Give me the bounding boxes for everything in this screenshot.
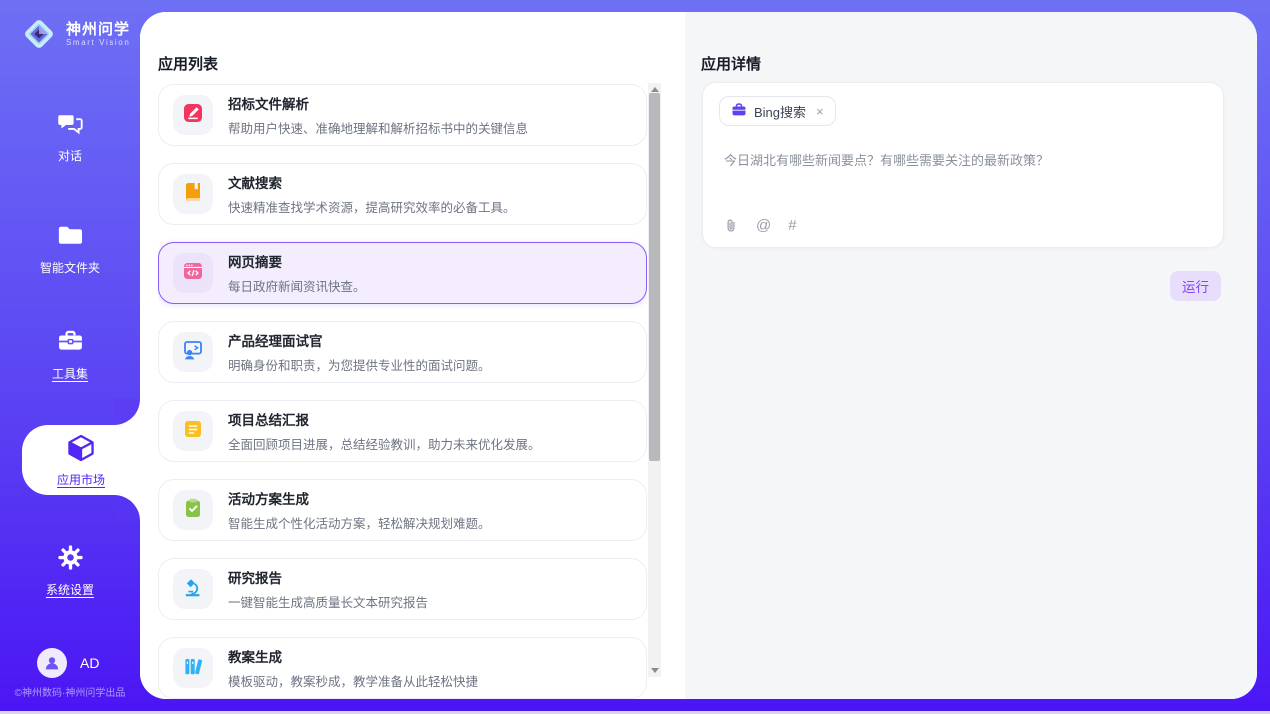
app-name: 研究报告 (228, 567, 428, 587)
app-icon-chip (173, 411, 213, 451)
cube-icon (66, 433, 96, 466)
sidebar-item[interactable]: 对话 (0, 110, 140, 164)
app-card-text: 项目总结汇报全面回顾项目进展，总结经验教训，助力未来优化发展。 (228, 409, 541, 453)
microscope-icon (182, 576, 204, 603)
app-card[interactable]: 活动方案生成智能生成个性化活动方案，轻松解决规划难题。 (158, 479, 647, 541)
app-name: 文献搜索 (228, 172, 516, 192)
app-description: 模板驱动，教案秒成，教学准备从此轻松快捷 (228, 671, 478, 690)
app-card[interactable]: 项目总结汇报全面回顾项目进展，总结经验教训，助力未来优化发展。 (158, 400, 647, 462)
browser-code-icon (182, 260, 204, 287)
scrollbar[interactable] (648, 83, 661, 677)
app-icon-chip (173, 648, 213, 688)
app-name: 招标文件解析 (228, 93, 528, 113)
prompt-card: Bing搜索 × 今日湖北有哪些新闻要点？有哪些需要关注的最新政策？ @# (702, 82, 1224, 248)
at-icon[interactable]: @ (756, 217, 771, 234)
run-button[interactable]: 运行 (1170, 271, 1221, 301)
sidebar-item-label: 系统设置 (46, 581, 94, 598)
tool-tag-label: Bing搜索 (754, 102, 806, 121)
brand-logo: 神州问学 Smart Vision (20, 15, 130, 53)
app-icon-chip (173, 569, 213, 609)
app-icon-chip (173, 253, 213, 293)
app-card-text: 活动方案生成智能生成个性化活动方案，轻松解决规划难题。 (228, 488, 491, 532)
app-description: 智能生成个性化活动方案，轻松解决规划难题。 (228, 513, 491, 532)
app-card-text: 教案生成模板驱动，教案秒成，教学准备从此轻松快捷 (228, 646, 478, 690)
app-card-text: 招标文件解析帮助用户快速、准确地理解和解析招标书中的关键信息 (228, 93, 528, 137)
app-name: 项目总结汇报 (228, 409, 541, 429)
tool-tag-bing[interactable]: Bing搜索 × (719, 96, 836, 126)
copyright-footer: ©神州数码·神州问学出品 (0, 684, 140, 699)
user-row[interactable]: AD (37, 648, 99, 678)
chat-icon (57, 110, 84, 140)
app-card[interactable]: 招标文件解析帮助用户快速、准确地理解和解析招标书中的关键信息 (158, 84, 647, 146)
tab-curve-top (114, 399, 140, 425)
scroll-down-arrow-icon[interactable] (648, 664, 661, 677)
app-list-title: 应用列表 (158, 53, 218, 74)
app-card-text: 文献搜索快速精准查找学术资源，提高研究效率的必备工具。 (228, 172, 516, 216)
sidebar-item-label: 智能文件夹 (40, 259, 100, 276)
sidebar-item[interactable]: 系统设置 (0, 544, 140, 598)
app-card-text: 网页摘要每日政府新闻资讯快查。 (228, 251, 366, 295)
app-description: 快速精准查找学术资源，提高研究效率的必备工具。 (228, 197, 516, 216)
book-icon (182, 181, 204, 208)
note-icon (182, 418, 204, 445)
sidebar-item[interactable]: 工具集 (0, 328, 140, 382)
avatar[interactable] (37, 648, 67, 678)
tool-tag-close-icon[interactable]: × (816, 104, 824, 119)
app-detail-title: 应用详情 (701, 53, 761, 74)
app-card[interactable]: 研究报告一键智能生成高质量长文本研究报告 (158, 558, 647, 620)
prompt-input[interactable]: 今日湖北有哪些新闻要点？有哪些需要关注的最新政策？ (724, 151, 1194, 170)
interviewer-icon (182, 339, 204, 366)
folder-icon (57, 222, 84, 252)
sidebar-item-label: 工具集 (52, 365, 88, 382)
main-content: 应用列表 招标文件解析帮助用户快速、准确地理解和解析招标书中的关键信息文献搜索快… (140, 12, 1257, 699)
app-name: 产品经理面试官 (228, 330, 491, 350)
attachment-toolbar: @# (723, 217, 797, 234)
scrollbar-thumb[interactable] (649, 93, 660, 461)
sidebar-item-label: 对话 (58, 147, 82, 164)
app-description: 明确身份和职责，为您提供专业性的面试问题。 (228, 355, 491, 374)
briefcase-icon (731, 102, 747, 121)
app-icon-chip (173, 332, 213, 372)
person-icon (43, 654, 61, 672)
brand-text: 神州问学 Smart Vision (66, 21, 130, 47)
diamond-logo-icon (20, 15, 58, 53)
app-list: 招标文件解析帮助用户快速、准确地理解和解析招标书中的关键信息文献搜索快速精准查找… (158, 84, 647, 699)
app-description: 帮助用户快速、准确地理解和解析招标书中的关键信息 (228, 118, 528, 137)
edit-doc-icon (182, 102, 204, 129)
app-detail-panel: 应用详情 Bing搜索 × 今日湖北有哪些新闻要点？有哪些需要关注的最新政策？ … (685, 12, 1257, 699)
books-icon (182, 655, 204, 682)
app-icon-chip (173, 174, 213, 214)
app-description: 全面回顾项目进展，总结经验教训，助力未来优化发展。 (228, 434, 541, 453)
app-name: 活动方案生成 (228, 488, 491, 508)
app-icon-chip (173, 95, 213, 135)
toolbox-icon (57, 328, 84, 358)
sidebar-item-label: 应用市场 (57, 471, 105, 488)
clipboard-check-icon (182, 497, 204, 524)
paperclip-icon[interactable] (723, 218, 739, 234)
hash-icon[interactable]: # (788, 217, 796, 234)
app-card[interactable]: 网页摘要每日政府新闻资讯快查。 (158, 242, 647, 304)
brand-subtitle: Smart Vision (66, 38, 130, 47)
tab-curve-bottom (114, 495, 140, 521)
app-description: 一键智能生成高质量长文本研究报告 (228, 592, 428, 611)
app-list-panel: 应用列表 招标文件解析帮助用户快速、准确地理解和解析招标书中的关键信息文献搜索快… (140, 12, 685, 699)
app-name: 网页摘要 (228, 251, 366, 271)
app-card-text: 研究报告一键智能生成高质量长文本研究报告 (228, 567, 428, 611)
app-description: 每日政府新闻资讯快查。 (228, 276, 366, 295)
sidebar-item-app-market[interactable]: 应用市场 (22, 425, 140, 495)
sidebar-item[interactable]: 智能文件夹 (0, 222, 140, 276)
app-card-text: 产品经理面试官明确身份和职责，为您提供专业性的面试问题。 (228, 330, 491, 374)
app-icon-chip (173, 490, 213, 530)
user-initials: AD (80, 655, 99, 671)
app-name: 教案生成 (228, 646, 478, 666)
sidebar: 神州问学 Smart Vision 对话智能文件夹工具集应用市场系统设置 AD … (0, 0, 140, 711)
app-card[interactable]: 产品经理面试官明确身份和职责，为您提供专业性的面试问题。 (158, 321, 647, 383)
brand-name: 神州问学 (66, 21, 130, 38)
app-card[interactable]: 教案生成模板驱动，教案秒成，教学准备从此轻松快捷 (158, 637, 647, 699)
app-card[interactable]: 文献搜索快速精准查找学术资源，提高研究效率的必备工具。 (158, 163, 647, 225)
gear-icon (57, 544, 84, 574)
